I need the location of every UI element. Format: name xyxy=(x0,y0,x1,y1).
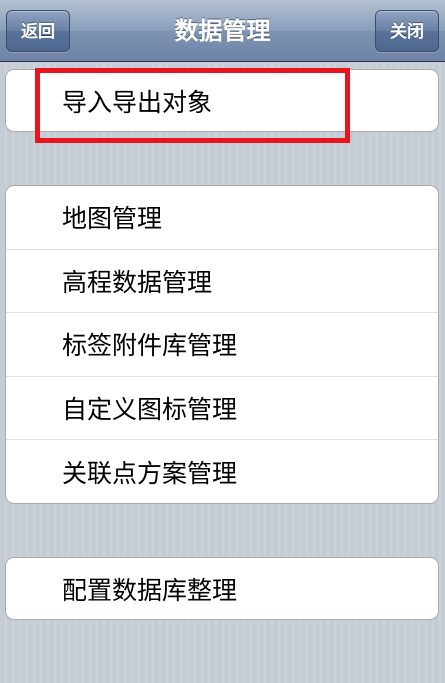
list-item-label: 自定义图标管理 xyxy=(62,394,238,424)
close-button[interactable]: 关闭 xyxy=(375,10,439,52)
management-section: 地图管理 高程数据管理 标签附件库管理 自定义图标管理 关联点方案管理 xyxy=(5,185,439,504)
import-export-section: 导入导出对象 xyxy=(5,69,439,132)
list-item-elevation-management[interactable]: 高程数据管理 xyxy=(6,250,438,313)
list-item-custom-icon-management[interactable]: 自定义图标管理 xyxy=(6,377,438,440)
list-item-label: 配置数据库整理 xyxy=(62,575,238,605)
navigation-bar: 返回 数据管理 关闭 xyxy=(0,0,445,62)
list-item-map-management[interactable]: 地图管理 xyxy=(6,186,438,250)
list-item-label: 导入导出对象 xyxy=(62,87,213,117)
list-item-config-database-cleanup[interactable]: 配置数据库整理 xyxy=(6,558,438,619)
list-item-label: 地图管理 xyxy=(62,204,163,234)
list-item-label: 标签附件库管理 xyxy=(62,331,238,361)
database-section: 配置数据库整理 xyxy=(5,557,439,620)
list-item-label: 高程数据管理 xyxy=(62,267,213,297)
list-item-label: 关联点方案管理 xyxy=(62,458,238,488)
list-item-tag-attachment-management[interactable]: 标签附件库管理 xyxy=(6,313,438,377)
list-item-import-export[interactable]: 导入导出对象 xyxy=(6,70,438,131)
list-item-linked-point-scheme-management[interactable]: 关联点方案管理 xyxy=(6,440,438,504)
